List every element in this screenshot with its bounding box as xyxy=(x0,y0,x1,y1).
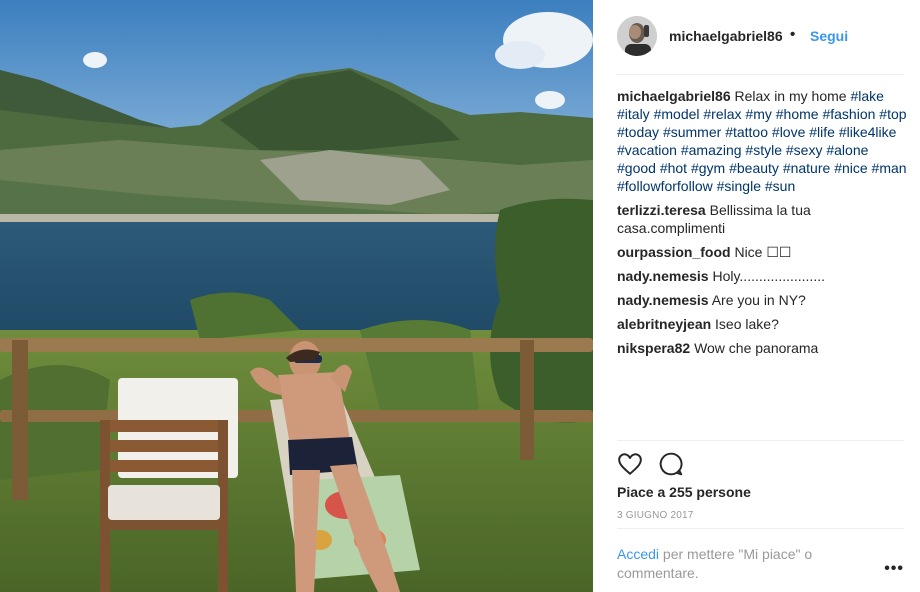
post-photo[interactable] xyxy=(0,0,593,592)
hashtag-link[interactable]: #my xyxy=(745,106,771,122)
hashtag-link[interactable]: #model xyxy=(654,106,700,122)
comment-row: nady.nemesis Holy...................... xyxy=(617,267,907,285)
post-header: michaelgabriel86 • Segui xyxy=(593,0,920,74)
post-date[interactable]: 3 GIUGNO 2017 xyxy=(617,510,694,521)
hashtag-link[interactable]: #vacation xyxy=(617,142,677,158)
login-prompt: Accedi per mettere "Mi piace" o commenta… xyxy=(617,545,857,583)
post-side-panel: michaelgabriel86 • Segui michaelgabriel8… xyxy=(593,0,920,592)
hashtag-link[interactable]: #alone xyxy=(826,142,868,158)
hashtag-link[interactable]: #top xyxy=(879,106,906,122)
comments-list: michaelgabriel86 Relax in my home #lake … xyxy=(617,87,907,363)
login-link[interactable]: Accedi xyxy=(617,546,659,562)
hashtag-link[interactable]: #fashion xyxy=(822,106,875,122)
hashtag-link[interactable]: #single xyxy=(717,178,761,194)
more-options-icon[interactable]: ••• xyxy=(884,560,904,578)
comment-username[interactable]: nady.nemesis xyxy=(617,268,709,284)
comment-row: nikspera82 Wow che panorama xyxy=(617,339,907,357)
comment-icon[interactable] xyxy=(658,451,684,477)
header-divider xyxy=(617,74,904,75)
comment-row: nady.nemesis Are you in NY? xyxy=(617,291,907,309)
comment-text: Holy...................... xyxy=(712,268,825,284)
comment-text: Are you in NY? xyxy=(711,292,806,308)
hashtag-link[interactable]: #sexy xyxy=(786,142,823,158)
lake-landscape-image xyxy=(0,0,593,592)
separator-dot: • xyxy=(790,26,796,43)
caption-username[interactable]: michaelgabriel86 xyxy=(617,88,731,104)
hashtag-link[interactable]: #tattoo xyxy=(725,124,768,140)
hashtag-link[interactable]: #style xyxy=(745,142,782,158)
hashtag-link[interactable]: #home xyxy=(776,106,819,122)
hashtag-link[interactable]: #life xyxy=(809,124,835,140)
hashtag-link[interactable]: #sun xyxy=(765,178,795,194)
hashtag-link[interactable]: #lake xyxy=(850,88,883,104)
post-caption: michaelgabriel86 Relax in my home #lake … xyxy=(617,87,907,195)
comment-username[interactable]: ourpassion_food xyxy=(617,244,731,260)
hashtag-link[interactable]: #nature xyxy=(783,160,830,176)
hashtag-link[interactable]: #love xyxy=(772,124,805,140)
heart-icon[interactable] xyxy=(617,451,643,477)
comment-text: Wow che panorama xyxy=(694,340,819,356)
hashtag-link[interactable]: #gym xyxy=(691,160,725,176)
hashtag-link[interactable]: #amazing xyxy=(681,142,742,158)
comment-text: Iseo lake? xyxy=(715,316,779,332)
avatar[interactable] xyxy=(617,16,657,56)
comment-row: alebritneyjean Iseo lake? xyxy=(617,315,907,333)
username-link[interactable]: michaelgabriel86 xyxy=(669,28,783,44)
hashtag-link[interactable]: #man xyxy=(872,160,907,176)
comment-username[interactable]: alebritneyjean xyxy=(617,316,711,332)
profile-photo-icon xyxy=(617,16,657,56)
hashtag-link[interactable]: #relax xyxy=(703,106,741,122)
comment-username[interactable]: terlizzi.teresa xyxy=(617,202,706,218)
hashtag-link[interactable]: #summer xyxy=(663,124,721,140)
comment-username[interactable]: nady.nemesis xyxy=(617,292,709,308)
follow-button[interactable]: Segui xyxy=(810,28,848,44)
actions-divider xyxy=(617,440,904,441)
hashtag-link[interactable]: #good xyxy=(617,160,656,176)
comment-row: ourpassion_food Nice ☐☐ xyxy=(617,243,907,261)
likes-count[interactable]: Piace a 255 persone xyxy=(617,484,751,500)
comment-rows: terlizzi.teresa Bellissima la tua casa.c… xyxy=(617,201,907,357)
hashtag-link[interactable]: #nice xyxy=(834,160,867,176)
hashtag-link[interactable]: #beauty xyxy=(729,160,779,176)
hashtag-link[interactable]: #italy xyxy=(617,106,650,122)
hashtag-link[interactable]: #followforfollow xyxy=(617,178,713,194)
login-divider xyxy=(617,528,904,529)
comment-username[interactable]: nikspera82 xyxy=(617,340,690,356)
hashtag-link[interactable]: #like4like xyxy=(839,124,897,140)
hashtag-link[interactable]: #today xyxy=(617,124,659,140)
caption-text: Relax in my home xyxy=(734,88,847,104)
comment-text: Nice ☐☐ xyxy=(734,244,792,260)
comment-row: terlizzi.teresa Bellissima la tua casa.c… xyxy=(617,201,907,237)
hashtag-link[interactable]: #hot xyxy=(660,160,687,176)
